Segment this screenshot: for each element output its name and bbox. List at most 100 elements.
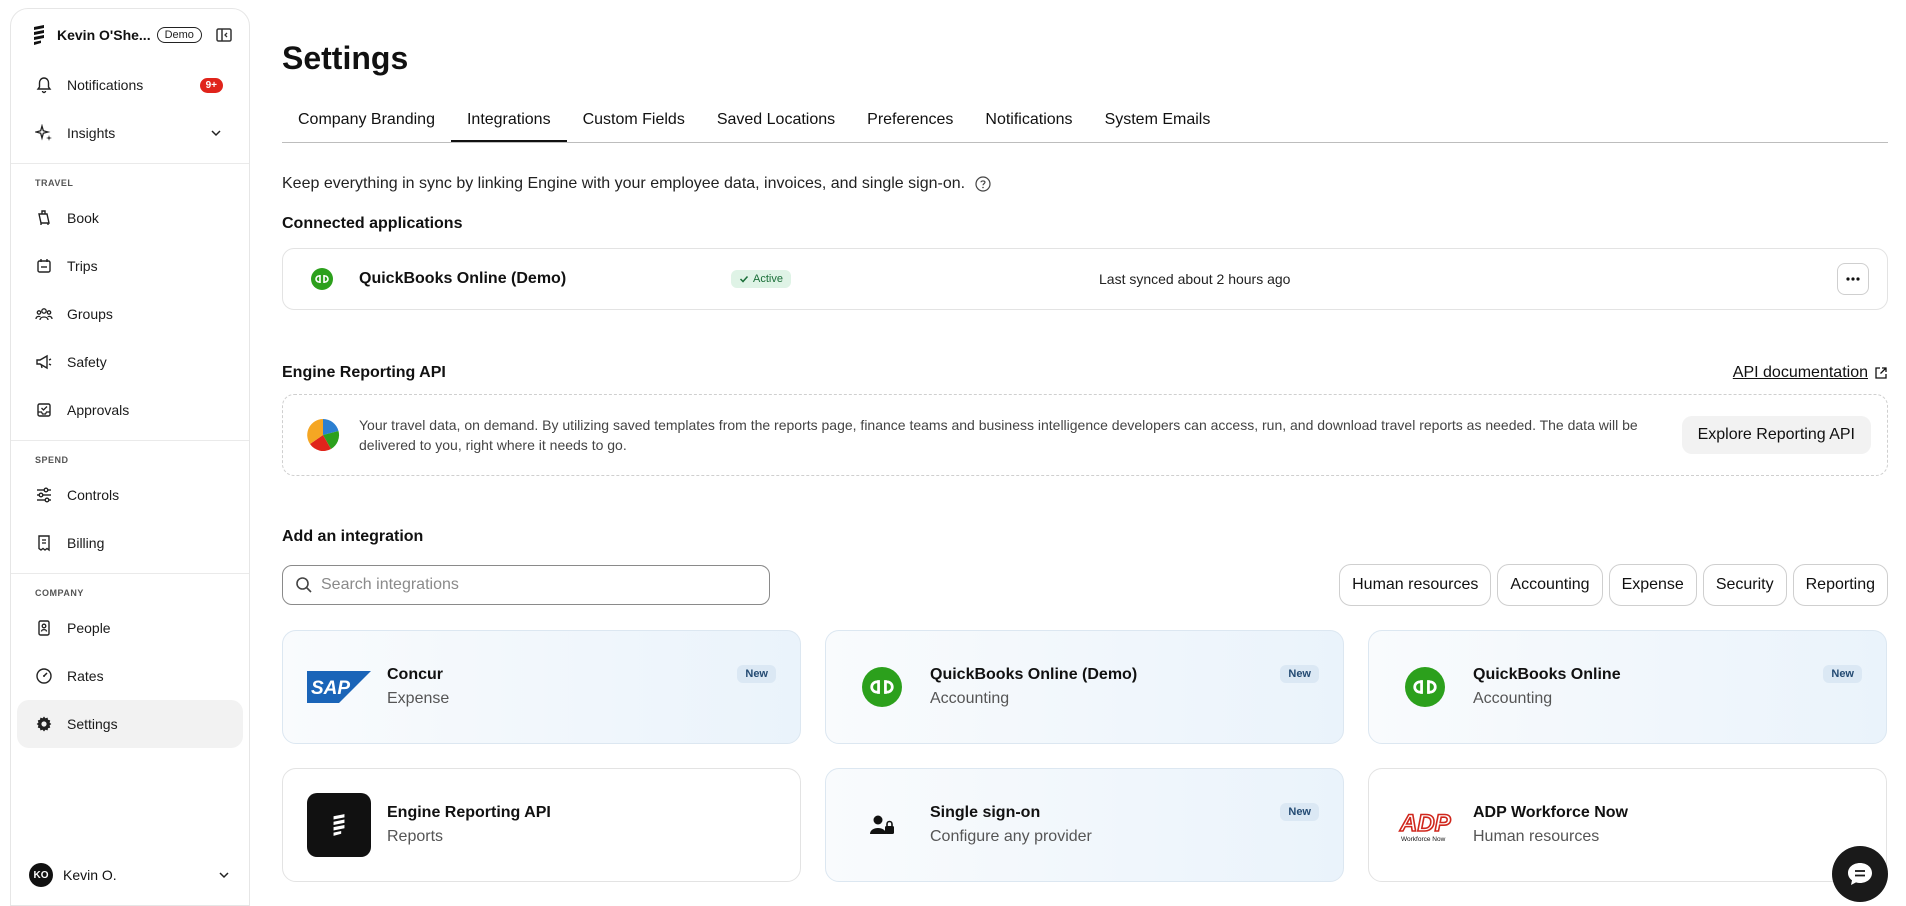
integrations-grid: SAP Concur Expense New QuickBooks Online… (282, 630, 1888, 882)
page-title: Settings (282, 40, 409, 76)
tab-notifications[interactable]: Notifications (969, 99, 1088, 142)
chat-bubble-icon (1848, 863, 1872, 885)
integration-card-concur[interactable]: SAP Concur Expense New (282, 630, 801, 744)
sliders-icon (37, 487, 51, 503)
quickbooks-logo-icon (1393, 655, 1457, 719)
sidebar-item-controls[interactable]: Controls (17, 471, 243, 519)
status-badge: Active (731, 270, 791, 288)
sidebar-item-approvals[interactable]: Approvals (17, 386, 243, 434)
user-name: Kevin O. (63, 867, 117, 883)
integration-name: Concur (387, 666, 443, 683)
integration-card-engine-reporting-api[interactable]: Engine Reporting API Reports (282, 768, 801, 882)
sidebar-item-groups[interactable]: Groups (17, 290, 243, 338)
sidebar-item-label: Notifications (67, 77, 144, 93)
adp-logo-text: ADP (1399, 810, 1452, 837)
quickbooks-logo-icon (311, 268, 333, 290)
integration-card-single-sign-on[interactable]: Single sign-on Configure any provider Ne… (825, 768, 1344, 882)
connected-app-row[interactable]: QuickBooks Online (Demo) Active Last syn… (282, 248, 1888, 310)
approval-inbox-icon (37, 403, 51, 417)
chat-support-button[interactable] (1832, 846, 1888, 902)
sparkle-icon (35, 124, 52, 141)
integration-name: QuickBooks Online (Demo) (930, 666, 1138, 683)
main-content: Settings Company Branding Integrations C… (282, 0, 1888, 882)
integration-name: Engine Reporting API (387, 804, 551, 821)
search-input[interactable] (321, 576, 741, 594)
new-badge: New (1280, 803, 1319, 821)
sidebar-item-people[interactable]: People (17, 604, 243, 652)
tab-system-emails[interactable]: System Emails (1089, 99, 1227, 142)
tab-custom-fields[interactable]: Custom Fields (567, 99, 701, 142)
avatar: KO (29, 863, 53, 887)
integrations-intro: Keep everything in sync by linking Engin… (282, 175, 1888, 193)
api-doc-label: API documentation (1732, 364, 1868, 381)
sidebar-item-billing[interactable]: Billing (17, 519, 243, 567)
sidebar-item-insights[interactable]: Insights (17, 109, 243, 157)
filter-expense[interactable]: Expense (1608, 564, 1697, 606)
user-menu[interactable]: KO Kevin O. (17, 857, 243, 893)
reporting-api-title: Engine Reporting API (282, 364, 446, 381)
sidebar-item-notifications[interactable]: Notifications 9+ (17, 61, 243, 109)
demo-badge: Demo (156, 27, 202, 43)
external-link-icon (1875, 367, 1887, 379)
more-horizontal-icon (1846, 277, 1860, 281)
sidebar-item-safety[interactable]: Safety (17, 338, 243, 386)
sidebar-item-label: Billing (67, 535, 105, 551)
filter-accounting[interactable]: Accounting (1497, 564, 1603, 606)
sidebar-item-label: Insights (67, 125, 116, 141)
sidebar-item-rates[interactable]: Rates (17, 652, 243, 700)
sidebar-collapse-icon[interactable] (215, 26, 233, 44)
sidebar-item-label: Groups (67, 306, 113, 322)
reporting-api-header: Engine Reporting API API documentation (282, 364, 1888, 382)
api-documentation-link[interactable]: API documentation (1733, 364, 1888, 382)
sidebar-item-label: Book (67, 210, 99, 226)
category-filters: Human resources Accounting Expense Secur… (1339, 564, 1888, 606)
sidebar-item-label: People (67, 620, 111, 636)
integration-category: Configure any provider (930, 828, 1092, 845)
adp-logo-subtext: Workforce Now (1401, 836, 1446, 843)
sidebar-item-label: Trips (67, 258, 98, 274)
reporting-api-card: Your travel data, on demand. By utilizin… (282, 394, 1888, 476)
people-group-icon (35, 308, 53, 321)
quickbooks-logo-icon (850, 655, 914, 719)
filter-human-resources[interactable]: Human resources (1339, 564, 1492, 606)
section-label-travel: TRAVEL (35, 178, 74, 188)
sap-logo-icon: SAP (307, 655, 371, 719)
explore-reporting-api-button[interactable]: Explore Reporting API (1681, 416, 1871, 454)
sidebar-item-settings[interactable]: Settings (17, 700, 243, 748)
integration-category: Accounting (930, 690, 1010, 707)
integration-name: QuickBooks Online (1473, 666, 1621, 683)
integration-card-quickbooks-demo[interactable]: QuickBooks Online (Demo) Accounting New (825, 630, 1344, 744)
settings-tabs: Company Branding Integrations Custom Fie… (282, 99, 1888, 143)
integration-card-quickbooks[interactable]: QuickBooks Online Accounting New (1368, 630, 1887, 744)
filter-security[interactable]: Security (1702, 564, 1787, 606)
intro-text: Keep everything in sync by linking Engin… (282, 175, 966, 192)
connected-app-name: QuickBooks Online (Demo) (359, 270, 567, 287)
sidebar-item-book[interactable]: Book (17, 194, 243, 242)
notifications-badge: 9+ (199, 77, 223, 93)
more-options-button[interactable] (1837, 263, 1869, 295)
chevron-down-icon (219, 872, 229, 879)
sidebar-item-trips[interactable]: Trips (17, 242, 243, 290)
reporting-api-description: Your travel data, on demand. By utilizin… (359, 417, 1638, 453)
integration-category: Reports (387, 828, 444, 845)
new-badge: New (737, 665, 776, 683)
gear-icon (36, 716, 52, 732)
help-circle-icon[interactable] (975, 176, 991, 192)
integration-card-adp-workforce-now[interactable]: ADP Workforce Now ADP Workforce Now Human… (1368, 768, 1887, 882)
integration-name: ADP Workforce Now (1473, 804, 1628, 821)
id-badge-icon (38, 620, 50, 636)
check-icon (739, 275, 749, 283)
integration-search-row: Human resources Accounting Expense Secur… (282, 564, 1888, 606)
tab-integrations[interactable]: Integrations (450, 99, 567, 142)
pie-chart-icon (307, 419, 340, 452)
search-box[interactable] (282, 565, 770, 605)
filter-reporting[interactable]: Reporting (1792, 564, 1888, 606)
integration-category: Accounting (1473, 690, 1553, 707)
tab-preferences[interactable]: Preferences (851, 99, 969, 142)
sidebar-item-label: Rates (67, 668, 104, 684)
tab-saved-locations[interactable]: Saved Locations (701, 99, 851, 142)
integration-category: Expense (387, 690, 450, 707)
user-lock-icon (850, 793, 914, 857)
account-name[interactable]: Kevin O'She... (57, 27, 151, 43)
tab-company-branding[interactable]: Company Branding (282, 99, 451, 142)
